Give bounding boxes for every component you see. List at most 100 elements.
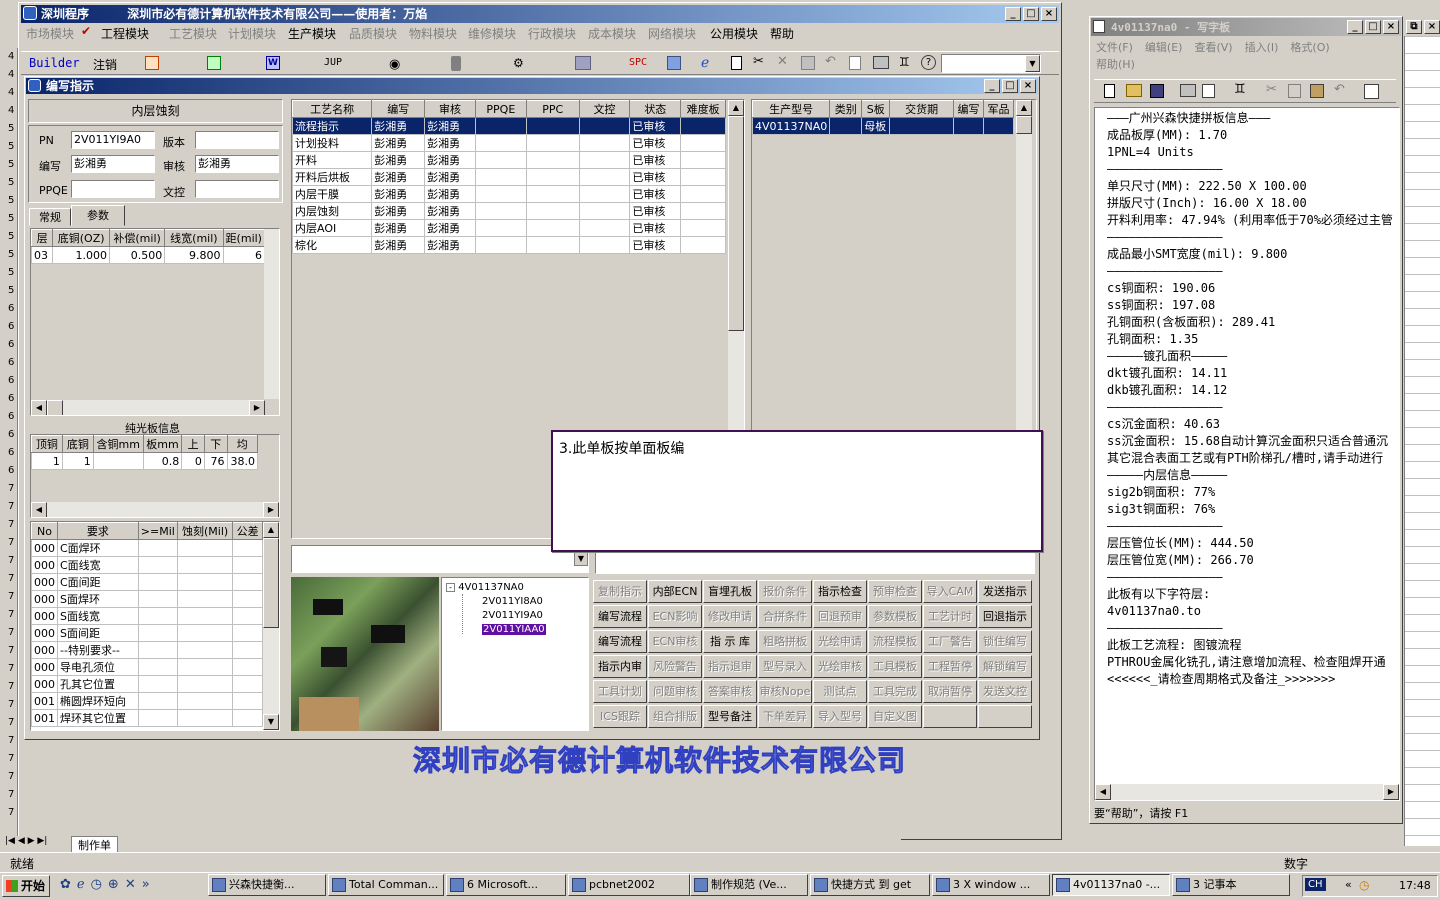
- process-header-5[interactable]: 文控: [578, 100, 631, 118]
- action-button[interactable]: 内部ECN: [648, 580, 702, 603]
- dialog-close-button[interactable]: ×: [1020, 79, 1036, 93]
- action-button[interactable]: 指 示 库: [703, 630, 757, 653]
- req-header-1[interactable]: 要求: [57, 522, 139, 540]
- action-button[interactable]: 问题审核: [648, 680, 702, 703]
- action-button[interactable]: 工程暂停: [923, 655, 977, 678]
- process-header-3[interactable]: PPQE: [474, 100, 527, 118]
- menu-material[interactable]: 物料模块: [409, 25, 457, 42]
- menu-process[interactable]: 工艺模块: [169, 25, 217, 42]
- layer-row[interactable]: 03 1.000 0.500 9.800 6: [31, 246, 266, 264]
- doc-control-field[interactable]: [195, 180, 279, 198]
- action-button[interactable]: ICS跟踪: [593, 705, 647, 728]
- process-row[interactable]: 开料后烘板 彭湘勇 彭湘勇 已审核: [292, 168, 726, 186]
- action-button[interactable]: 答案审核: [703, 680, 757, 703]
- action-button[interactable]: 导入型号: [813, 705, 867, 728]
- action-button[interactable]: 解锁编写: [978, 655, 1032, 678]
- taskbar-item[interactable]: 3 记事本: [1172, 874, 1290, 896]
- action-button[interactable]: 导入CAM: [923, 580, 977, 603]
- bg-restore-button[interactable]: ⧉: [1406, 20, 1422, 34]
- req-header-2[interactable]: >=Mil: [137, 522, 178, 540]
- layer-header-0[interactable]: 层: [31, 229, 54, 247]
- ppqe-field[interactable]: [71, 180, 155, 198]
- taskbar-item[interactable]: 制作规范 (Ve...: [690, 874, 808, 896]
- layer-hscroll[interactable]: ◀ ▶: [31, 400, 265, 415]
- wp-menu-file[interactable]: 文件(F): [1096, 41, 1133, 54]
- tab-normal[interactable]: 常规: [29, 208, 71, 226]
- req-row[interactable]: 000 S面线宽: [31, 607, 263, 625]
- wp-menu-insert[interactable]: 插入(I): [1245, 41, 1279, 54]
- process-row[interactable]: 计划投料 彭湘勇 彭湘勇 已审核: [292, 134, 726, 152]
- wp-menu-format[interactable]: 格式(O): [1290, 41, 1329, 54]
- action-button[interactable]: ECN影响: [648, 605, 702, 628]
- tray-arrow-icon[interactable]: «: [1345, 878, 1352, 891]
- tree-root[interactable]: - 4V01137NA0: [446, 582, 524, 593]
- taskbar-item[interactable]: 3 X window ...: [932, 874, 1050, 896]
- action-button[interactable]: 工具计划: [593, 680, 647, 703]
- req-header-0[interactable]: No: [31, 522, 58, 540]
- action-button[interactable]: 编写流程: [593, 630, 647, 653]
- taskbar-item[interactable]: 4v01137na0 -...: [1052, 874, 1170, 896]
- process-row[interactable]: 内层蚀刻 彭湘勇 彭湘勇 已审核: [292, 202, 726, 220]
- action-button[interactable]: 盲埋孔板: [703, 580, 757, 603]
- start-button[interactable]: 开始: [2, 875, 50, 897]
- menu-help[interactable]: 帮助: [770, 25, 794, 42]
- model-header-2[interactable]: S板: [861, 100, 891, 118]
- bare-header-1[interactable]: 底铜: [61, 435, 94, 453]
- action-button[interactable]: 下单差异: [758, 705, 812, 728]
- sheet-nav-arrows[interactable]: |◀ ◀ ▶ ▶|: [5, 836, 47, 846]
- network-icon[interactable]: ⚙: [513, 56, 524, 70]
- action-button[interactable]: ECN审核: [648, 630, 702, 653]
- wp-new-icon[interactable]: [1104, 84, 1115, 98]
- wp-find-icon[interactable]: ♊: [1234, 82, 1246, 97]
- layer-header-3[interactable]: 线宽(mil): [164, 229, 224, 247]
- action-button[interactable]: 工具模板: [868, 655, 922, 678]
- model-header-1[interactable]: 类别: [829, 100, 863, 118]
- taskbar-item[interactable]: pcbnet2002: [568, 874, 690, 896]
- excel-icon[interactable]: [207, 56, 221, 70]
- process-header-6[interactable]: 状态: [629, 100, 682, 118]
- action-button[interactable]: 审核Nope: [758, 680, 812, 703]
- action-button[interactable]: 锁住编写: [978, 630, 1032, 653]
- action-button[interactable]: 型号录入: [758, 655, 812, 678]
- bare-header-2[interactable]: 含铜mm: [92, 435, 144, 453]
- delete-icon[interactable]: ✕: [777, 54, 788, 69]
- process-row[interactable]: 内层AOI 彭湘勇 彭湘勇 已审核: [292, 219, 726, 237]
- action-button[interactable]: 指示退审: [703, 655, 757, 678]
- wp-print-icon[interactable]: [1180, 84, 1196, 97]
- action-button[interactable]: 风险警告: [648, 655, 702, 678]
- bare-header-6[interactable]: 均: [226, 435, 259, 453]
- taskbar-item[interactable]: Total Comman...: [328, 874, 444, 896]
- action-button[interactable]: 工厂警告: [923, 630, 977, 653]
- menu-network[interactable]: 网络模块: [648, 25, 696, 42]
- printer-icon[interactable]: [575, 56, 591, 70]
- action-button[interactable]: 回退预审: [813, 605, 867, 628]
- wp-save-icon[interactable]: [1150, 84, 1164, 98]
- action-button[interactable]: [923, 705, 977, 728]
- wp-datetime-icon[interactable]: [1364, 84, 1379, 99]
- action-button[interactable]: 组合排版: [648, 705, 702, 728]
- word-icon[interactable]: W: [266, 56, 280, 70]
- cut-icon[interactable]: ✂: [753, 54, 764, 69]
- layer-header-1[interactable]: 底铜(OZ): [52, 229, 110, 247]
- new-icon[interactable]: [731, 56, 742, 70]
- menu-admin[interactable]: 行政模块: [528, 25, 576, 42]
- wp-paste-icon[interactable]: [1310, 84, 1324, 98]
- pn-field[interactable]: 2V011YI9A0: [71, 131, 155, 149]
- process-row[interactable]: 开料 彭湘勇 彭湘勇 已审核: [292, 151, 726, 169]
- bare-hscroll[interactable]: ◀ ▶: [31, 502, 279, 517]
- help-icon[interactable]: ?: [921, 55, 936, 70]
- action-button[interactable]: 编写流程: [593, 605, 647, 628]
- wordpad-close-button[interactable]: ×: [1383, 20, 1399, 34]
- version-field[interactable]: [195, 131, 279, 149]
- refresh-icon[interactable]: [667, 56, 681, 70]
- action-button[interactable]: 粗略拼板: [758, 630, 812, 653]
- process-row[interactable]: 棕化 彭湘勇 彭湘勇 已审核: [292, 236, 726, 254]
- bare-header-0[interactable]: 顶铜: [31, 435, 63, 453]
- menu-market[interactable]: 市场模块: [26, 25, 74, 42]
- undo-icon[interactable]: ↶: [825, 54, 836, 69]
- req-row[interactable]: 000 S面间距: [31, 624, 263, 642]
- dialog-minimize-button[interactable]: _: [984, 79, 1000, 93]
- wp-menu-edit[interactable]: 编辑(E): [1145, 41, 1183, 54]
- action-button[interactable]: 测试点: [813, 680, 867, 703]
- action-button[interactable]: 工具完成: [868, 680, 922, 703]
